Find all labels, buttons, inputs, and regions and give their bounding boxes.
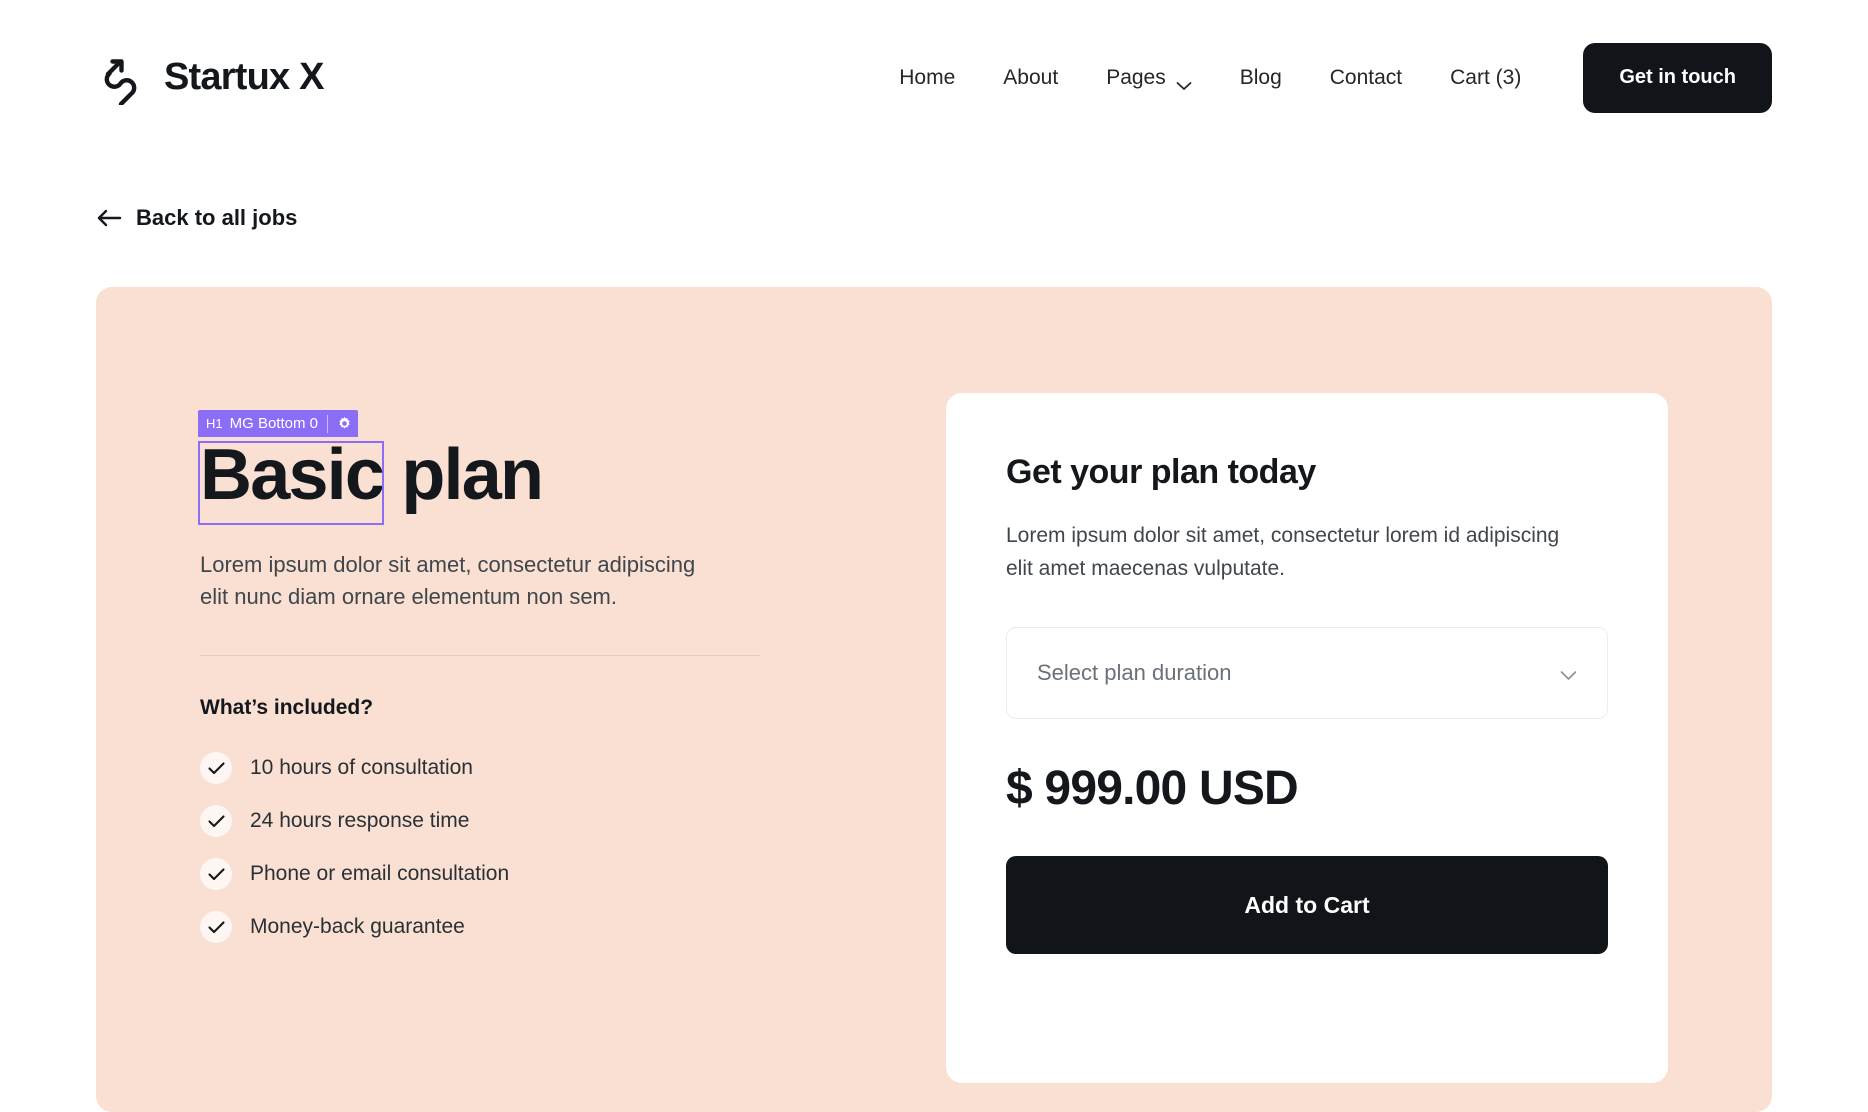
list-item-label: Phone or email consultation [250,862,510,886]
list-item: 24 hours response time [200,795,800,848]
chevron-down-icon [1176,73,1192,90]
list-item-label: Money-back guarantee [250,915,465,939]
get-in-touch-button[interactable]: Get in touch [1583,42,1772,113]
plan-details-column: Basic plan H1 MG Bottom 0 Lorem ipsum do… [198,410,800,954]
plan-description: Lorem ipsum dolor sit amet, consectetur … [200,551,696,609]
list-item: Money-back guarantee [200,901,800,954]
purchase-card-title: Get your plan today [1006,453,1316,491]
section-divider [200,654,760,656]
purchase-card: Get your plan today Lorem ipsum dolor si… [946,393,1668,1083]
plan-title-wrapper: Basic plan H1 MG Bottom 0 [198,410,544,525]
chevron-down-icon [1560,668,1577,680]
nav-item-blog[interactable]: Blog [1216,56,1306,100]
list-item: Phone or email consultation [200,848,800,901]
nav-item-pages[interactable]: Pages [1082,56,1216,100]
arrow-swoosh-logo-icon [96,51,150,106]
arrow-left-icon [96,208,122,228]
check-icon [200,911,232,944]
add-to-cart-button[interactable]: Add to Cart [1006,856,1608,955]
nav-item-contact[interactable]: Contact [1306,56,1426,100]
site-header: Startux X Home About Pages Blog Contact … [0,0,1868,155]
list-item-label: 10 hours of consultation [250,756,473,780]
editor-badge-label: MG Bottom 0 [229,415,318,432]
plan-duration-select-value: Select plan duration [1037,660,1232,686]
plan-hero-panel: Basic plan H1 MG Bottom 0 Lorem ipsum do… [96,287,1772,1112]
brand-logo[interactable]: Startux X [96,51,324,106]
page-root: Startux X Home About Pages Blog Contact … [0,0,1868,1112]
editor-badge-divider [326,414,328,433]
check-icon [200,805,232,838]
nav-item-about[interactable]: About [979,56,1082,100]
brand-name: Startux X [164,56,324,98]
nav-item-cart[interactable]: Cart (3) [1426,56,1545,100]
main-navigation: Home About Pages Blog Contact Cart (3) G… [875,42,1772,113]
gear-icon[interactable] [337,416,352,431]
editor-badge-tag: H1 [206,416,223,431]
back-link-label: Back to all jobs [136,205,298,230]
list-item: 10 hours of consultation [200,742,800,795]
plan-price: $ 999.00 USD [1006,762,1299,816]
feature-list: 10 hours of consultation 24 hours respon… [200,742,800,954]
nav-item-home[interactable]: Home [875,56,979,100]
plan-title: Basic plan [200,435,544,515]
nav-item-pages-label: Pages [1106,65,1166,89]
check-icon [200,752,232,785]
back-to-all-jobs-link[interactable]: Back to all jobs [96,205,297,231]
whats-included-heading: What’s included? [200,695,374,719]
editor-element-badge[interactable]: H1 MG Bottom 0 [198,410,358,437]
purchase-card-description: Lorem ipsum dolor sit amet, consectetur … [1006,524,1560,580]
plan-duration-select[interactable]: Select plan duration [1006,627,1608,720]
list-item-label: 24 hours response time [250,809,470,833]
check-icon [200,858,232,891]
